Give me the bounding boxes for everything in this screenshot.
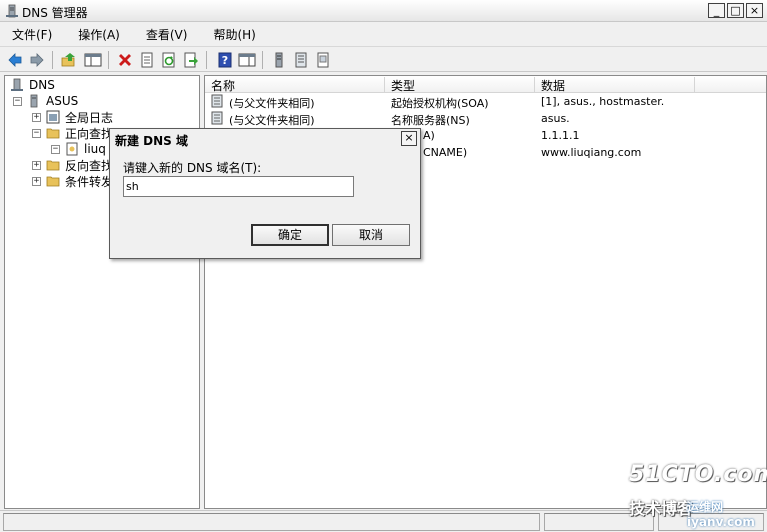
tree-item-dns[interactable]: DNS <box>10 77 55 93</box>
maximize-button[interactable]: □ <box>727 3 744 18</box>
expand-toggle[interactable]: + <box>32 112 41 122</box>
back-icon[interactable] <box>6 51 24 69</box>
list-icon[interactable] <box>292 51 310 69</box>
tree-label-global-logs: 全局日志 <box>65 110 114 125</box>
table-row[interactable]: (与父文件夹相同) 名称服务器(NS) asus. <box>205 110 766 127</box>
menu-bar: 文件(F) 操作(A) 查看(V) 帮助(H) <box>0 22 767 46</box>
domain-name-label: 请键入新的 DNS 域名(T): <box>123 161 262 175</box>
cell-name: (与父文件夹相同) <box>229 114 315 127</box>
collapse-toggle[interactable]: − <box>13 96 22 106</box>
folder-icon <box>46 128 60 139</box>
cell-type: CNAME) <box>423 146 468 159</box>
close-button[interactable]: × <box>746 3 763 18</box>
column-type[interactable]: 类型 <box>385 77 535 93</box>
tree-label-zone: liuq <box>84 142 106 156</box>
zone-icon <box>66 142 78 156</box>
tree-label-forward-zones: 正向查找 <box>65 126 114 141</box>
svg-text:?: ? <box>222 54 228 67</box>
tree-label-reverse-zones: 反向查找 <box>65 158 114 173</box>
filter-icon[interactable] <box>314 51 332 69</box>
event-log-icon <box>46 110 60 124</box>
record-icon <box>211 111 223 125</box>
record-icon <box>211 94 223 108</box>
menu-help[interactable]: 帮助(H) <box>209 24 259 45</box>
minimize-button[interactable]: _ <box>708 3 725 18</box>
server-icon[interactable] <box>270 51 288 69</box>
tree-item-forward-zones[interactable]: − 正向查找 <box>32 125 113 141</box>
dns-app-icon <box>6 4 18 18</box>
menu-action[interactable]: 操作(A) <box>74 24 124 45</box>
window-controls: _ □ × <box>708 3 763 18</box>
toolbar-separator <box>108 51 109 69</box>
menu-file[interactable]: 文件(F) <box>8 24 56 45</box>
show-hide-tree-icon[interactable] <box>84 51 102 69</box>
up-icon[interactable] <box>60 51 78 69</box>
menu-view[interactable]: 查看(V) <box>142 24 192 45</box>
toolbar-separator <box>52 51 53 69</box>
watermark-sub: 技术博客 <box>629 499 694 518</box>
toolbar: ? <box>0 46 767 72</box>
watermark: 51CTO.com 技术博客 运维网 iyanv.com <box>625 462 767 529</box>
cell-data: 1.1.1.1 <box>541 129 580 142</box>
refresh-icon[interactable] <box>160 51 178 69</box>
cell-name: (与父文件夹相同) <box>229 97 315 110</box>
dns-icon <box>11 78 23 91</box>
expand-toggle[interactable]: + <box>32 160 41 170</box>
cell-type: 起始授权机构(SOA) <box>391 97 489 110</box>
export-icon[interactable] <box>182 51 200 69</box>
status-pane-main <box>3 513 540 531</box>
domain-name-input[interactable] <box>123 176 354 197</box>
cell-type: A) <box>423 129 435 142</box>
forward-icon[interactable] <box>28 51 46 69</box>
tree-item-global-logs[interactable]: + 全局日志 <box>32 109 113 125</box>
tree-item-conditional-forwarders[interactable]: + 条件转发 <box>32 173 113 189</box>
help-icon[interactable]: ? <box>216 51 234 69</box>
toolbar-separator <box>262 51 263 69</box>
table-row[interactable]: (与父文件夹相同) 起始授权机构(SOA) [1], asus., hostma… <box>205 93 766 110</box>
console-icon[interactable] <box>238 51 256 69</box>
tree-item-zone[interactable]: − liuq <box>51 141 106 157</box>
new-dns-domain-dialog: 新建 DNS 域 × 请键入新的 DNS 域名(T): 确定 取消 <box>109 128 421 259</box>
server-icon <box>30 94 38 108</box>
tree-label-dns: DNS <box>29 78 55 92</box>
toolbar-separator <box>206 51 207 69</box>
delete-icon[interactable] <box>116 51 134 69</box>
column-header: 名称 类型 数据 <box>205 76 766 93</box>
watermark-site: 运维网 iyanv.com <box>687 500 755 529</box>
watermark-logo: 51CTO.com <box>629 462 767 487</box>
expand-toggle[interactable]: + <box>32 176 41 186</box>
tree-item-reverse-zones[interactable]: + 反向查找 <box>32 157 113 173</box>
tree-item-asus[interactable]: − ASUS <box>13 93 78 109</box>
cancel-button[interactable]: 取消 <box>332 224 410 246</box>
window-title: DNS 管理器 <box>22 6 88 20</box>
collapse-toggle[interactable]: − <box>32 128 41 138</box>
folder-icon <box>46 160 60 171</box>
column-name[interactable]: 名称 <box>205 77 385 93</box>
column-data[interactable]: 数据 <box>535 77 695 93</box>
tree-label-conditional-forwarders: 条件转发 <box>65 174 114 189</box>
cell-data: www.liuqiang.com <box>541 146 642 159</box>
collapse-toggle[interactable]: − <box>51 144 60 154</box>
dialog-title: 新建 DNS 域 <box>110 129 420 149</box>
ok-button[interactable]: 确定 <box>251 224 329 246</box>
title-bar: DNS 管理器 _ □ × <box>0 0 767 22</box>
cell-data: [1], asus., hostmaster. <box>541 95 665 108</box>
folder-icon <box>46 176 60 187</box>
cell-type: 名称服务器(NS) <box>391 114 470 127</box>
cell-data: asus. <box>541 112 570 125</box>
properties-icon[interactable] <box>138 51 156 69</box>
tree-label-asus: ASUS <box>46 94 79 108</box>
dialog-close-button[interactable]: × <box>401 131 417 146</box>
